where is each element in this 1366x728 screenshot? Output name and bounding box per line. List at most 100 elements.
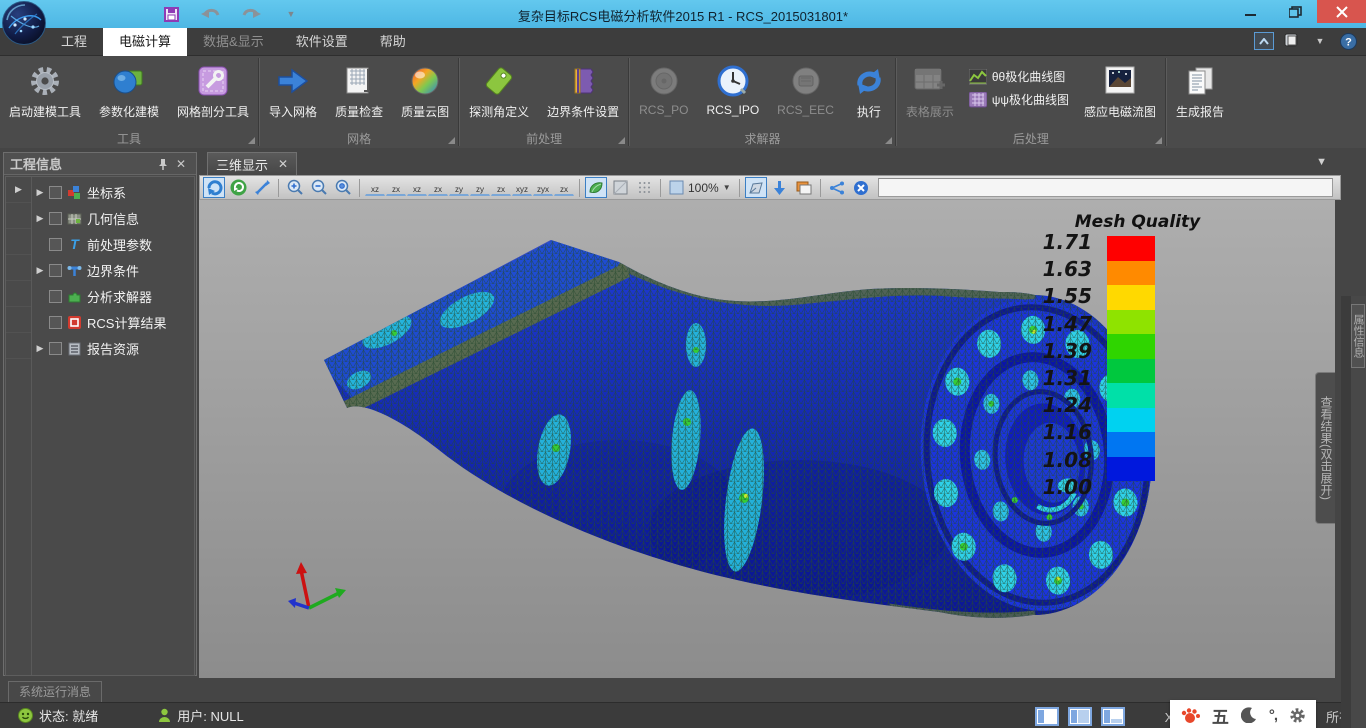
dialog-launcher-icon[interactable] [448,137,455,144]
close-button[interactable] [1317,0,1366,23]
expand-icon[interactable]: ▶ [35,213,45,224]
table-display-button[interactable]: 表格展示 [897,60,963,128]
tab-data-display[interactable]: 数据&显示 [187,28,280,56]
zoom-level-control[interactable]: 100% ▼ [666,180,734,195]
generate-report-button[interactable]: 生成报告 [1167,60,1233,128]
dialog-launcher-icon[interactable] [885,137,892,144]
tree-item-coordinate-system[interactable]: ▶ 坐标系 [33,179,194,205]
wireframe-view-button[interactable] [609,177,631,198]
import-mesh-button[interactable]: 导入网格 [260,60,326,128]
boundary-conditions-button[interactable]: 边界条件设置 [538,60,628,128]
ribbon-group-label: 求解器 [744,130,780,147]
layout-split-panel-icon[interactable] [1068,707,1092,726]
view-orientation-button[interactable]: zx [428,180,448,196]
collapse-ribbon-icon[interactable] [1254,32,1274,50]
checkbox[interactable] [49,290,62,303]
dialog-launcher-icon[interactable] [248,137,255,144]
checkbox[interactable] [49,238,62,251]
view-orientation-button[interactable]: xyz [512,180,532,196]
rcs-po-button[interactable]: RCS_PO [630,60,697,128]
meshing-tool-button[interactable]: 网格剖分工具 [168,60,258,128]
theta-polarization-curve-button[interactable]: θθ极化曲线图 [969,68,1069,85]
quality-contour-button[interactable]: 质量云图 [392,60,458,128]
window-layers-button[interactable] [793,177,815,198]
view-orientation-button[interactable]: zx [554,180,574,196]
view-results-vertical-tab[interactable]: 查看结果(双击展开) [1315,372,1335,524]
checkbox[interactable] [49,342,62,355]
zoom-in-button[interactable] [284,177,306,198]
expand-icon[interactable]: ▶ [35,343,45,354]
tree-item-analysis-solver[interactable]: 分析求解器 [33,283,194,309]
3d-canvas[interactable]: Mesh Quality 1.711.631.551.471.391.311.2… [199,200,1335,681]
help-icon[interactable]: ? [1338,32,1358,50]
parametric-modeling-button[interactable]: 参数化建模 [90,60,168,128]
display-style-icon[interactable] [1282,32,1302,50]
layout-left-panel-icon[interactable] [1035,707,1059,726]
zoom-fit-button[interactable] [332,177,354,198]
tab-help[interactable]: 帮助 [364,28,422,56]
tab-3d-display[interactable]: 三维显示 ✕ [207,152,297,175]
checkbox[interactable] [49,186,62,199]
tab-list-dropdown-icon[interactable]: ▼ [1316,156,1327,168]
dialog-launcher-icon[interactable] [1155,137,1162,144]
zoom-out-button[interactable] [308,177,330,198]
view-orientation-button[interactable]: zy [449,180,469,196]
induced-current-map-button[interactable]: 感应电磁流图 [1075,60,1165,128]
detect-angle-button[interactable]: 探测角定义 [460,60,538,128]
tab-project[interactable]: 工程 [45,28,103,56]
gutter-arrow-icon[interactable]: ▶ [6,177,31,203]
tree-item-report-resources[interactable]: ▶ 报告资源 [33,335,194,361]
expand-icon[interactable]: ▶ [35,265,45,276]
ime-punctuation-label[interactable]: °, [1269,707,1277,724]
view-orientation-button[interactable]: zx [491,180,511,196]
panel-close-icon[interactable]: ✕ [172,156,190,172]
checkbox[interactable] [49,316,62,329]
refresh-view-button[interactable] [227,177,249,198]
share-link-button[interactable] [826,177,848,198]
tab-em-computation[interactable]: 电磁计算 [103,28,187,56]
rcs-ipo-button[interactable]: RCS_IPO [697,60,768,128]
app-logo-icon[interactable] [2,1,46,45]
checkbox[interactable] [49,264,62,277]
quality-check-button[interactable]: 质量检查 [326,60,392,128]
layout-bottom-panel-icon[interactable] [1101,707,1125,726]
tree-item-boundary-conditions[interactable]: ▶ 边界条件 [33,257,194,283]
tree-item-geometry-info[interactable]: ▶ 几何信息 [33,205,194,231]
checkbox[interactable] [49,212,62,225]
system-messages-tab[interactable]: 系统运行消息 [8,681,102,702]
tab-software-settings[interactable]: 软件设置 [280,28,364,56]
view-orientation-button[interactable]: zyx [533,180,553,196]
dialog-launcher-icon[interactable] [618,137,625,144]
display-dropdown-icon[interactable]: ▼ [1310,32,1330,50]
select-region-button[interactable] [745,177,767,198]
view-orientation-button[interactable]: xz [365,180,385,196]
zoom-dropdown-icon[interactable]: ▼ [723,183,731,192]
ime-toolbar[interactable]: 五 °, [1170,700,1316,728]
import-view-button[interactable] [769,177,791,198]
ime-settings-gear-icon[interactable] [1289,707,1306,724]
restore-button[interactable] [1273,0,1317,23]
view-orientation-button[interactable]: zx [386,180,406,196]
ime-paw-icon[interactable] [1180,706,1200,724]
tree-item-preprocess-params[interactable]: T 前处理参数 [33,231,194,257]
ime-moon-icon[interactable] [1241,707,1257,723]
psi-polarization-curve-button[interactable]: ψψ极化曲线图 [969,91,1069,108]
execute-button[interactable]: 执行 [843,60,895,128]
view-orientation-button[interactable]: zy [470,180,490,196]
minimize-button[interactable] [1229,0,1273,23]
view-orientation-button[interactable]: xz [407,180,427,196]
pan-view-button[interactable] [251,177,273,198]
rotate-view-button[interactable] [203,177,225,198]
legend-band [1107,457,1155,482]
ime-mode-label[interactable]: 五 [1212,703,1229,728]
points-view-button[interactable] [633,177,655,198]
pin-icon[interactable] [154,156,172,172]
shaded-view-button[interactable] [585,177,607,198]
rcs-eec-button[interactable]: RCS_EEC [768,60,843,128]
tab-close-icon[interactable]: ✕ [278,157,288,171]
tree-item-rcs-results[interactable]: RCS计算结果 [33,309,194,335]
expand-icon[interactable]: ▶ [35,187,45,198]
launch-modeling-tool-button[interactable]: 启动建模工具 [0,60,90,128]
properties-vertical-tab[interactable]: 属性信息 [1351,304,1365,368]
close-view-button[interactable] [850,177,872,198]
